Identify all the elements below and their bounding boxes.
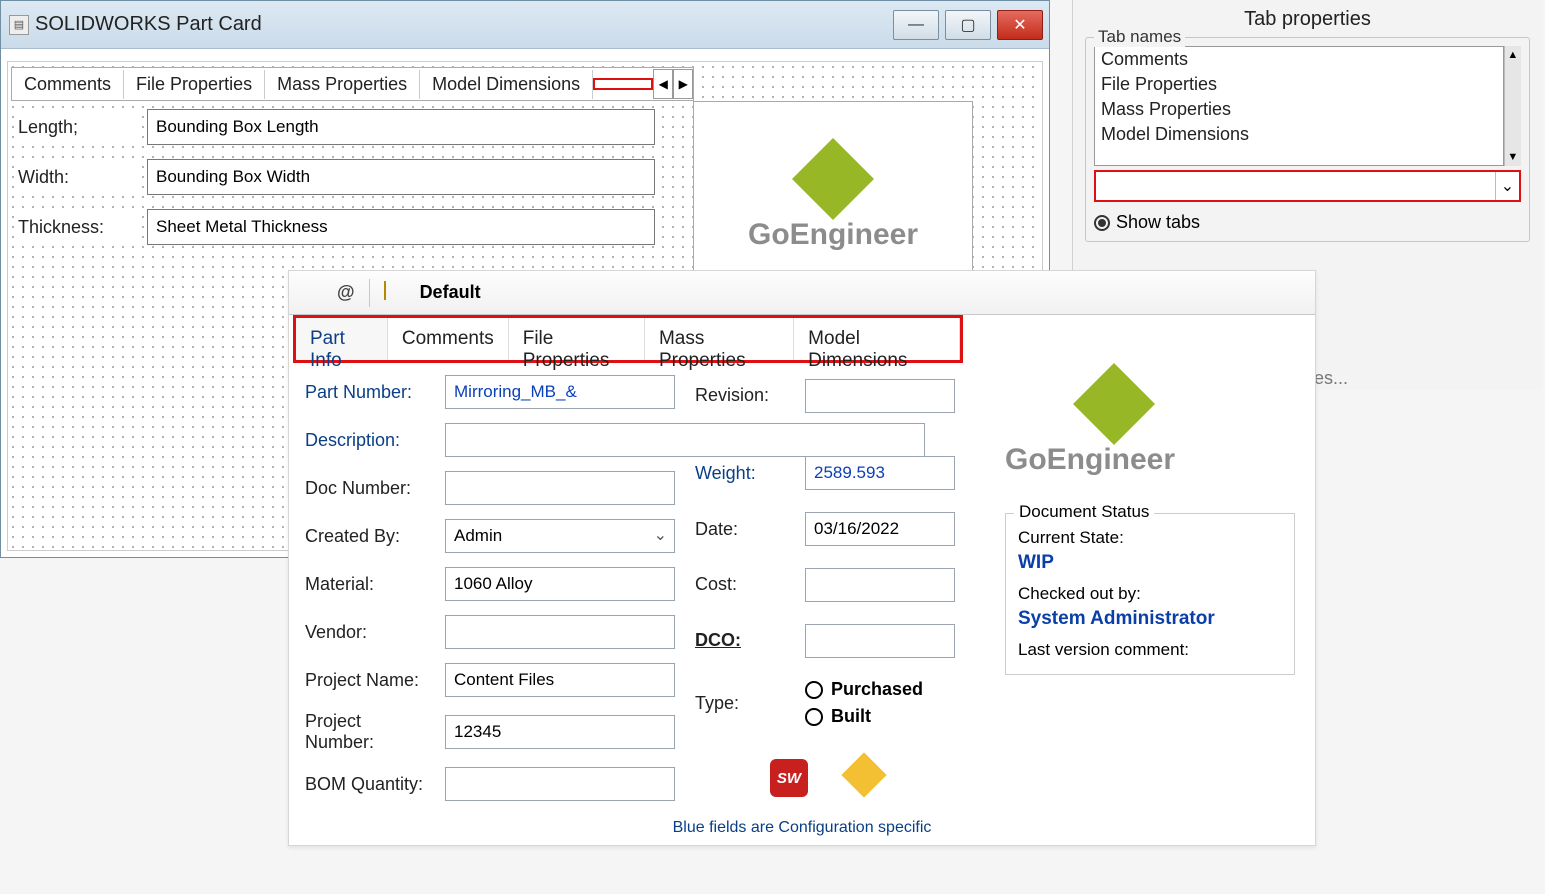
part-number-input[interactable] bbox=[445, 375, 675, 409]
scroll-up-icon[interactable]: ▲ bbox=[1505, 46, 1521, 64]
status-column: GoEngineer Document Status Current State… bbox=[1005, 375, 1295, 801]
material-label: Material: bbox=[305, 574, 435, 595]
footnote: Blue fields are Configuration specific bbox=[289, 819, 1315, 845]
thickness-label: Thickness: bbox=[15, 215, 135, 240]
part-icon bbox=[841, 752, 886, 797]
weight-label: Weight: bbox=[695, 463, 795, 484]
tab-comments[interactable]: Comments bbox=[12, 70, 124, 99]
tab-names-group: Tab names Comments File Properties Mass … bbox=[1085, 37, 1530, 242]
vendor-input[interactable] bbox=[445, 615, 675, 649]
thickness-input[interactable] bbox=[147, 209, 655, 245]
bom-qty-input[interactable] bbox=[445, 767, 675, 801]
show-tabs-radio[interactable] bbox=[1094, 215, 1110, 231]
maximize-button[interactable]: ▢ bbox=[945, 10, 991, 40]
tab-names-legend: Tab names bbox=[1094, 27, 1185, 47]
tab-scroll-left[interactable]: ◀ bbox=[653, 69, 673, 99]
bom-qty-label: BOM Quantity: bbox=[305, 774, 435, 795]
titlebar: ▤ SOLIDWORKS Part Card — ▢ ✕ bbox=[1, 1, 1049, 49]
list-scrollbar[interactable]: ▲ ▼ bbox=[1504, 46, 1521, 166]
part-data-card: @ Default Part Info Comments File Proper… bbox=[288, 270, 1316, 846]
project-number-input[interactable] bbox=[445, 715, 675, 749]
tab-model-dimensions[interactable]: Model Dimensions bbox=[794, 318, 960, 360]
close-button[interactable]: ✕ bbox=[997, 10, 1043, 40]
created-by-select[interactable] bbox=[445, 519, 675, 553]
last-comment-label: Last version comment: bbox=[1018, 640, 1282, 660]
tab-part-info[interactable]: Part Info bbox=[296, 318, 388, 360]
revision-input[interactable] bbox=[805, 379, 955, 413]
solidworks-icon: SW bbox=[770, 759, 808, 797]
list-item[interactable]: Comments bbox=[1095, 47, 1503, 72]
length-label: Length; bbox=[15, 115, 135, 140]
scroll-down-icon[interactable]: ▼ bbox=[1505, 148, 1521, 166]
checked-out-label: Checked out by: bbox=[1018, 584, 1282, 604]
logo-cube-icon bbox=[792, 138, 874, 220]
project-name-input[interactable] bbox=[445, 663, 675, 697]
doc-number-label: Doc Number: bbox=[305, 478, 435, 499]
cost-input[interactable] bbox=[805, 568, 955, 602]
date-label: Date: bbox=[695, 519, 795, 540]
tab-model-dimensions[interactable]: Model Dimensions bbox=[420, 70, 593, 99]
card-tabs: Part Info Comments File Properties Mass … bbox=[293, 315, 963, 363]
chevron-down-icon[interactable]: ⌄ bbox=[1495, 172, 1519, 200]
tab-strip: Comments File Properties Mass Properties… bbox=[11, 67, 694, 101]
width-label: Width: bbox=[15, 165, 135, 190]
length-input[interactable] bbox=[147, 109, 655, 145]
separator bbox=[369, 279, 370, 307]
model-dimensions-form: Length; Width: Thickness: bbox=[15, 109, 655, 245]
checked-out-value: System Administrator bbox=[1018, 608, 1282, 630]
app-icon: ▤ bbox=[9, 15, 29, 35]
cost-label: Cost: bbox=[695, 574, 795, 595]
minimize-button[interactable]: — bbox=[893, 10, 939, 40]
config-tabbar: @ Default bbox=[289, 271, 1315, 315]
tab-mass-properties[interactable]: Mass Properties bbox=[265, 70, 420, 99]
list-item[interactable]: Mass Properties bbox=[1095, 97, 1503, 122]
tab-blank-new[interactable] bbox=[593, 78, 653, 90]
current-state-value: WIP bbox=[1018, 552, 1282, 574]
doc-number-input[interactable] bbox=[445, 471, 675, 505]
radio-icon bbox=[805, 681, 823, 699]
document-status-group: Document Status Current State: WIP Check… bbox=[1005, 513, 1295, 675]
current-state-label: Current State: bbox=[1018, 528, 1282, 548]
vendor-label: Vendor: bbox=[305, 622, 435, 643]
radio-icon bbox=[805, 708, 823, 726]
description-label: Description: bbox=[305, 430, 435, 451]
dco-label: DCO: bbox=[695, 630, 795, 651]
project-number-label: Project Number: bbox=[305, 711, 435, 753]
show-tabs-label: Show tabs bbox=[1116, 212, 1200, 233]
tab-scroll-right[interactable]: ▶ bbox=[673, 69, 693, 99]
list-item[interactable]: File Properties bbox=[1095, 72, 1503, 97]
tab-name-edit-field[interactable]: ⌄ bbox=[1094, 170, 1521, 202]
dco-input[interactable] bbox=[805, 624, 955, 658]
window-title: SOLIDWORKS Part Card bbox=[35, 13, 262, 36]
logo-text: GoEngineer bbox=[748, 218, 918, 252]
logo-cube-icon bbox=[1073, 363, 1155, 445]
form-left-col: Part Number: Description: Doc Number: Cr… bbox=[305, 375, 675, 801]
list-item[interactable]: Model Dimensions bbox=[1095, 122, 1503, 147]
at-icon[interactable]: @ bbox=[337, 282, 355, 303]
form-right-col: Revision: Weight: Date: Cost: DCO: Type:… bbox=[695, 375, 955, 801]
config-default-label[interactable]: Default bbox=[420, 282, 481, 303]
part-cube-icon[interactable] bbox=[301, 282, 323, 304]
weight-input[interactable] bbox=[805, 456, 955, 490]
doc-status-legend: Document Status bbox=[1014, 502, 1154, 522]
tab-mass-properties[interactable]: Mass Properties bbox=[645, 318, 794, 360]
created-by-label: Created By: bbox=[305, 526, 435, 547]
type-purchased-radio[interactable]: Purchased bbox=[805, 679, 955, 700]
tab-file-properties[interactable]: File Properties bbox=[124, 70, 265, 99]
date-input[interactable] bbox=[805, 512, 955, 546]
project-name-label: Project Name: bbox=[305, 670, 435, 691]
part-number-label: Part Number: bbox=[305, 382, 435, 403]
revision-label: Revision: bbox=[695, 385, 795, 406]
type-label: Type: bbox=[695, 693, 795, 714]
tab-names-list[interactable]: Comments File Properties Mass Properties… bbox=[1094, 46, 1504, 166]
tab-comments[interactable]: Comments bbox=[388, 318, 509, 360]
material-input[interactable] bbox=[445, 567, 675, 601]
flag-icon[interactable] bbox=[384, 282, 406, 304]
type-built-radio[interactable]: Built bbox=[805, 706, 955, 727]
width-input[interactable] bbox=[147, 159, 655, 195]
logo-text: GoEngineer bbox=[1005, 443, 1175, 477]
tab-file-properties[interactable]: File Properties bbox=[509, 318, 645, 360]
